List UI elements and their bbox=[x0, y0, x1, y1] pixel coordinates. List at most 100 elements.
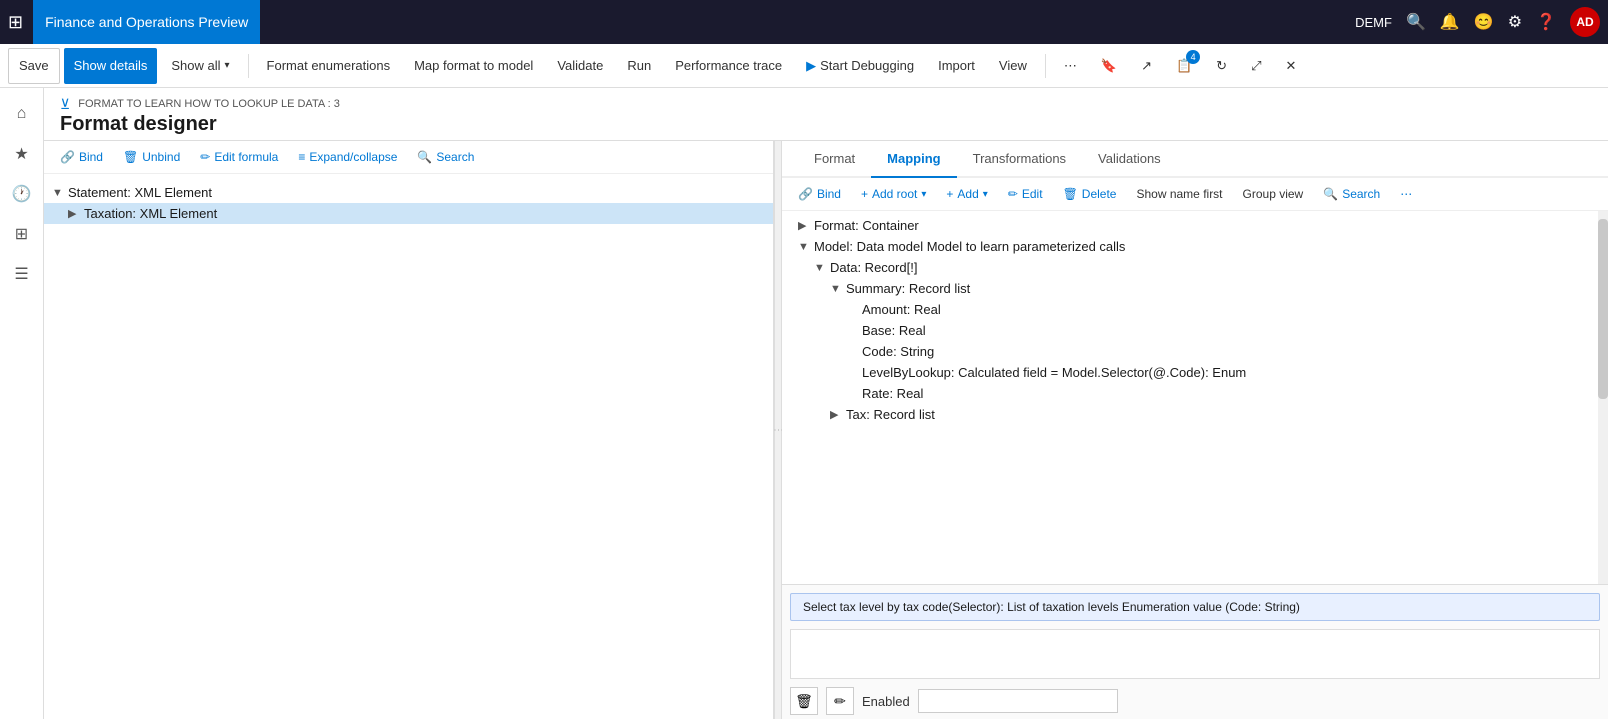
open-button[interactable]: ↗ bbox=[1131, 48, 1162, 84]
panel-divider[interactable]: ⋮ bbox=[774, 141, 782, 719]
mapping-item-model[interactable]: ▼ Model: Data model Model to learn param… bbox=[782, 236, 1608, 257]
left-search-button[interactable]: 🔍 Search bbox=[409, 147, 482, 167]
top-right-icons: DEMF 🔍 🔔 😊 ⚙ ❓ AD bbox=[1355, 7, 1600, 37]
import-button[interactable]: Import bbox=[928, 48, 985, 84]
left-panel: 🔗 Bind 🗑 Unbind ✏ Edit formula ≡ Expand/… bbox=[44, 141, 774, 719]
bell-icon[interactable]: 🔔 bbox=[1440, 12, 1460, 32]
nav-list-icon[interactable]: ☰ bbox=[4, 256, 40, 292]
mapping-bind-button[interactable]: 🔗 Bind bbox=[790, 184, 849, 204]
show-details-button[interactable]: Show details bbox=[64, 48, 158, 84]
filter-icon[interactable]: ⊻ bbox=[60, 96, 70, 113]
debug-button[interactable]: ▶ Start Debugging bbox=[796, 48, 924, 84]
debug-icon: ▶ bbox=[806, 58, 816, 74]
badge: 4 bbox=[1186, 50, 1200, 64]
mapping-item-data[interactable]: ▼ Data: Record[!] bbox=[782, 257, 1608, 278]
tree-item-taxation[interactable]: ▶ Taxation: XML Element bbox=[44, 203, 773, 224]
chevron-down-icon: ▾ bbox=[225, 60, 230, 71]
tenant-label: DEMF bbox=[1355, 15, 1392, 30]
separator-1 bbox=[248, 54, 249, 78]
expand-button[interactable]: ⤢ bbox=[1241, 48, 1271, 84]
mapping-item-format[interactable]: ▶ Format: Container bbox=[782, 215, 1608, 236]
bookmark-button[interactable]: 🔖 bbox=[1091, 48, 1127, 84]
expand-collapse-button[interactable]: ≡ Expand/collapse bbox=[290, 147, 405, 167]
bottom-section: Select tax level by tax code(Selector): … bbox=[782, 584, 1608, 719]
page-layout: ⌂ ★ 🕐 ⊞ ☰ ⊻ FORMAT TO LEARN HOW TO LOOKU… bbox=[0, 88, 1608, 719]
delete-button[interactable]: 🗑 Delete bbox=[1055, 184, 1125, 204]
formula-edit-area[interactable] bbox=[790, 629, 1600, 679]
help-icon[interactable]: ❓ bbox=[1536, 12, 1556, 32]
mapping-item-summary[interactable]: ▼ Summary: Record list bbox=[782, 278, 1608, 299]
tab-transformations[interactable]: Transformations bbox=[957, 141, 1082, 178]
enabled-input[interactable] bbox=[918, 689, 1118, 713]
tab-mapping[interactable]: Mapping bbox=[871, 141, 956, 178]
tree-item-statement[interactable]: ▼ Statement: XML Element bbox=[44, 182, 773, 203]
scrollbar-thumb[interactable] bbox=[1598, 219, 1608, 399]
performance-button[interactable]: Performance trace bbox=[665, 48, 792, 84]
mapping-item-amount[interactable]: Amount: Real bbox=[782, 299, 1608, 320]
apps-icon[interactable]: ⊞ bbox=[8, 12, 23, 33]
left-panel-toolbar: 🔗 Bind 🗑 Unbind ✏ Edit formula ≡ Expand/… bbox=[44, 141, 773, 174]
selected-formula: Select tax level by tax code(Selector): … bbox=[790, 593, 1600, 621]
unbind-button[interactable]: 🗑 Unbind bbox=[115, 147, 188, 167]
plus-icon: + bbox=[946, 187, 953, 201]
link-icon: 🔗 bbox=[798, 187, 813, 201]
mapping-item-tax[interactable]: ▶ Tax: Record list bbox=[782, 404, 1608, 425]
chevron-down-icon: ▼ bbox=[814, 262, 830, 274]
pencil-icon: ✏ bbox=[1008, 187, 1018, 201]
app-title: Finance and Operations Preview bbox=[33, 0, 260, 44]
mapping-toolbar: 🔗 Bind + Add root ▾ + Add ▾ ✏ bbox=[782, 178, 1608, 211]
edit-formula-button[interactable]: ✏ Edit formula bbox=[192, 147, 286, 167]
badge-button[interactable]: 📋 4 bbox=[1166, 48, 1202, 84]
page-header: ⊻ FORMAT TO LEARN HOW TO LOOKUP LE DATA … bbox=[44, 88, 1608, 141]
plus-icon: + bbox=[861, 187, 868, 201]
tab-validations[interactable]: Validations bbox=[1082, 141, 1177, 178]
map-format-button[interactable]: Map format to model bbox=[404, 48, 543, 84]
expand-icon: ≡ bbox=[298, 150, 305, 164]
show-name-first-button[interactable]: Show name first bbox=[1128, 184, 1230, 204]
avatar[interactable]: AD bbox=[1570, 7, 1600, 37]
link-icon: 🔗 bbox=[60, 150, 75, 164]
nav-workspaces-icon[interactable]: ⊞ bbox=[4, 216, 40, 252]
edit-condition-button[interactable]: ✏ bbox=[826, 687, 854, 715]
mapping-search-button[interactable]: 🔍 Search bbox=[1315, 184, 1388, 204]
scrollbar[interactable] bbox=[1598, 211, 1608, 584]
trash-icon: 🗑 bbox=[1063, 187, 1078, 201]
add-root-button[interactable]: + Add root ▾ bbox=[853, 184, 934, 204]
run-button[interactable]: Run bbox=[617, 48, 661, 84]
format-enum-button[interactable]: Format enumerations bbox=[257, 48, 401, 84]
add-button[interactable]: + Add ▾ bbox=[938, 184, 995, 204]
pencil-icon: ✏ bbox=[200, 150, 210, 164]
save-button[interactable]: Save bbox=[8, 48, 60, 84]
close-button[interactable]: ✕ bbox=[1275, 48, 1306, 84]
mapping-item-base[interactable]: Base: Real bbox=[782, 320, 1608, 341]
mapping-item-rate[interactable]: Rate: Real bbox=[782, 383, 1608, 404]
tab-format[interactable]: Format bbox=[798, 141, 871, 178]
nav-recent-icon[interactable]: 🕐 bbox=[4, 176, 40, 212]
edit-button[interactable]: ✏ Edit bbox=[1000, 184, 1051, 204]
tree-item-label: Taxation: XML Element bbox=[84, 206, 217, 221]
mapping-more-button[interactable]: ⋯ bbox=[1392, 184, 1420, 204]
chevron-right-icon: ▶ bbox=[830, 408, 846, 421]
chevron-down-icon: ▾ bbox=[921, 189, 926, 200]
bind-button[interactable]: 🔗 Bind bbox=[52, 147, 111, 167]
view-button[interactable]: View bbox=[989, 48, 1037, 84]
mapping-item-levelbylookup[interactable]: LevelByLookup: Calculated field = Model.… bbox=[782, 362, 1608, 383]
search-icon[interactable]: 🔍 bbox=[1406, 12, 1426, 32]
gear-icon[interactable]: ⚙ bbox=[1508, 12, 1522, 32]
chevron-right-icon: ▶ bbox=[798, 219, 814, 232]
more-button[interactable]: ⋯ bbox=[1054, 48, 1087, 84]
refresh-button[interactable]: ↻ bbox=[1206, 48, 1237, 84]
show-all-button[interactable]: Show all ▾ bbox=[161, 48, 239, 84]
trash-icon: 🗑 bbox=[123, 150, 138, 164]
search-icon: 🔍 bbox=[417, 150, 432, 164]
top-bar: ⊞ Finance and Operations Preview DEMF 🔍 … bbox=[0, 0, 1608, 44]
nav-home-icon[interactable]: ⌂ bbox=[4, 96, 40, 132]
group-view-button[interactable]: Group view bbox=[1235, 184, 1312, 204]
face-icon[interactable]: 😊 bbox=[1474, 12, 1494, 32]
chevron-down-icon: ▾ bbox=[983, 189, 988, 200]
delete-condition-button[interactable]: 🗑 bbox=[790, 687, 818, 715]
nav-star-icon[interactable]: ★ bbox=[4, 136, 40, 172]
format-tree: ▼ Statement: XML Element ▶ Taxation: XML… bbox=[44, 174, 773, 719]
mapping-item-code[interactable]: Code: String bbox=[782, 341, 1608, 362]
validate-button[interactable]: Validate bbox=[547, 48, 613, 84]
